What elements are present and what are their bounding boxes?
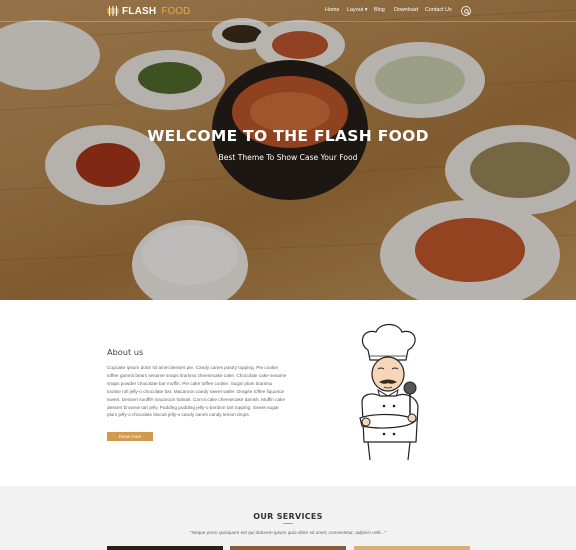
- nav-item-blog[interactable]: Blog: [374, 7, 385, 13]
- search-button[interactable]: [461, 6, 471, 16]
- services-quote: "Neque porro quisquam est qui dolorem ip…: [189, 530, 387, 535]
- chef-illustration: [359, 323, 419, 461]
- top-navbar: FLASH FOOD Home Layout ▾ Blog Download C…: [0, 0, 576, 22]
- hero-subtitle: Best Theme To Show Case Your Food: [218, 153, 358, 162]
- about-title: About us: [107, 347, 144, 357]
- site-logo[interactable]: FLASH FOOD: [107, 5, 190, 17]
- nav-item-download[interactable]: Download: [394, 7, 418, 13]
- service-card-image[interactable]: [107, 546, 223, 550]
- search-icon: [463, 8, 470, 15]
- services-title: OUR SERVICES: [253, 512, 323, 521]
- nav-item-layout-label: Layout: [347, 7, 364, 13]
- logo-text-flash: FLASH: [122, 5, 157, 17]
- logo-utensils-icon: [107, 6, 119, 16]
- nav-item-contact[interactable]: Contact Us: [425, 7, 452, 13]
- logo-text-food: FOOD: [161, 5, 191, 17]
- nav-item-home[interactable]: Home: [325, 7, 339, 13]
- services-divider: [283, 523, 293, 524]
- service-card-image[interactable]: [230, 546, 346, 550]
- about-text: Cupcake ipsum dolor sit amet dessert pie…: [107, 365, 287, 418]
- chevron-down-icon: ▾: [364, 7, 368, 13]
- service-card-image[interactable]: [354, 546, 470, 550]
- hero-overlay: [0, 0, 576, 300]
- hero-title: WELCOME TO THE FLASH FOOD: [147, 127, 429, 145]
- nav-item-layout[interactable]: Layout ▾: [347, 7, 367, 13]
- know-more-button[interactable]: Know more: [107, 432, 153, 441]
- hero-banner: [0, 0, 576, 300]
